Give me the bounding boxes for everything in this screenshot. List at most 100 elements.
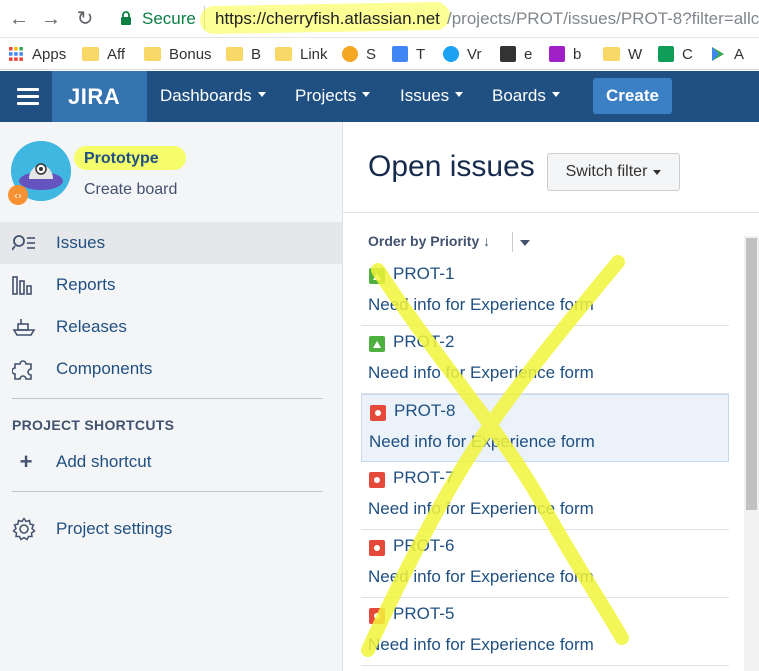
bookmark-link[interactable]: Link: [275, 45, 328, 63]
sidebar-divider: [12, 398, 323, 399]
nav-dashboards[interactable]: Dashboards: [160, 86, 266, 106]
url-host[interactable]: https://cherryfish.atlassian.net: [215, 9, 440, 29]
nav-label: Boards: [492, 86, 546, 105]
forward-icon[interactable]: →: [40, 8, 62, 30]
jira-logo[interactable]: JIRA: [52, 71, 147, 122]
switch-filter-label: Switch filter: [565, 163, 648, 180]
sheets-icon: [658, 46, 674, 62]
project-settings-label: Project settings: [56, 519, 173, 538]
bookmark-label: Apps: [32, 45, 67, 63]
bookmark-label: S: [366, 45, 377, 63]
url-path[interactable]: /projects/PROT/issues/PROT-8?filter=allc: [447, 9, 759, 29]
bookmark-vr[interactable]: Vr: [443, 45, 481, 63]
folder-icon: [226, 47, 243, 61]
folder-icon: [275, 47, 292, 61]
nav-issues[interactable]: Issues: [400, 86, 464, 106]
bookmark-aff[interactable]: Aff: [82, 45, 125, 63]
bookmark-label: Aff: [107, 45, 126, 63]
bookmark-b2[interactable]: b: [549, 45, 581, 63]
create-button[interactable]: Create: [593, 78, 672, 114]
apps-grid-icon: [9, 47, 23, 61]
folder-icon: [82, 47, 99, 61]
issue-key[interactable]: PROT-1: [393, 264, 454, 284]
issue-row[interactable]: PROT-1 Need info for Experience form: [361, 258, 729, 326]
arrow-down-icon: ↓: [483, 233, 491, 249]
plus-icon: +: [19, 449, 33, 474]
create-board-link[interactable]: Create board: [84, 181, 177, 199]
order-by-priority[interactable]: Order by Priority ↓: [368, 233, 490, 249]
folder-icon: [144, 47, 161, 61]
sidebar-item-releases[interactable]: Releases: [0, 306, 342, 348]
project-settings-link[interactable]: Project settings: [0, 508, 342, 550]
bookmark-bonus[interactable]: Bonus: [144, 45, 212, 63]
issue-summary[interactable]: Need info for Experience form: [368, 567, 594, 587]
bookmark-t[interactable]: T: [392, 45, 425, 63]
code-badge-icon: ‹›: [8, 185, 28, 205]
bookmark-apps[interactable]: Apps: [8, 45, 66, 63]
chevron-down-icon: [455, 92, 464, 98]
chevron-down-icon: [257, 92, 266, 98]
order-separator: [512, 232, 513, 252]
priority-high-icon: [369, 608, 385, 624]
issue-key[interactable]: PROT-6: [393, 536, 454, 556]
issue-row[interactable]: PROT-2 Need info for Experience form: [361, 326, 729, 394]
switch-filter-button[interactable]: Switch filter: [547, 153, 680, 191]
browser-url-bar: ← → ↻ Secure https://cherryfish.atlassia…: [0, 0, 759, 38]
chevron-down-icon: [653, 169, 662, 175]
project-shortcuts-heading: PROJECT SHORTCUTS: [12, 417, 175, 433]
issue-summary[interactable]: Need info for Experience form: [368, 635, 594, 655]
reload-icon[interactable]: ↻: [74, 8, 96, 30]
bookmark-label: B: [251, 45, 262, 63]
issue-summary[interactable]: Need info for Experience form: [369, 432, 595, 452]
nav-projects[interactable]: Projects: [295, 86, 371, 106]
add-shortcut-button[interactable]: + Add shortcut: [0, 441, 342, 483]
gear-icon: [12, 517, 40, 541]
folder-icon: [603, 47, 620, 61]
bookmark-c[interactable]: C: [658, 45, 693, 63]
bookmark-e[interactable]: e: [500, 45, 532, 63]
reports-icon: [12, 274, 40, 296]
bookmark-label: C: [682, 45, 693, 63]
bookmark-w[interactable]: W: [603, 45, 642, 63]
priority-high-icon: [369, 472, 385, 488]
issue-key[interactable]: PROT-5: [393, 604, 454, 624]
bookmark-label: b: [573, 45, 582, 63]
jira-logo-text: JIRA: [68, 84, 121, 109]
issue-summary[interactable]: Need info for Experience form: [368, 295, 594, 315]
sidebar-item-reports[interactable]: Reports: [0, 264, 342, 306]
bookmark-b[interactable]: B: [226, 45, 261, 63]
bookmark-label: Bonus: [169, 45, 212, 63]
priority-low-icon: [369, 336, 385, 352]
bookmark-label: T: [416, 45, 426, 63]
issue-row-selected[interactable]: PROT-8 Need info for Experience form: [361, 394, 729, 462]
bookmark-label: Vr: [467, 45, 482, 63]
chevron-down-icon: [362, 92, 371, 98]
sidebar-item-components[interactable]: Components: [0, 348, 342, 390]
bookmark-label: W: [628, 45, 643, 63]
menu-icon[interactable]: [17, 88, 39, 106]
issue-summary[interactable]: Need info for Experience form: [368, 499, 594, 519]
order-by-label: Order by Priority: [368, 233, 480, 249]
issue-row[interactable]: PROT-7 Need info for Experience form: [361, 462, 729, 530]
issue-key[interactable]: PROT-2: [393, 332, 454, 352]
nav-boards[interactable]: Boards: [492, 86, 560, 106]
heart-icon: [549, 46, 565, 62]
bookmark-s[interactable]: S: [342, 45, 376, 63]
issue-key[interactable]: PROT-8: [394, 401, 455, 421]
secure-label: Secure: [142, 9, 196, 28]
back-icon[interactable]: ←: [8, 8, 30, 30]
project-name[interactable]: Prototype: [84, 150, 159, 168]
issue-summary[interactable]: Need info for Experience form: [368, 363, 594, 383]
s-favicon-icon: [342, 46, 358, 62]
issue-row[interactable]: PROT-6 Need info for Experience form: [361, 530, 729, 598]
issue-row[interactable]: PROT-5 Need info for Experience form: [361, 598, 729, 666]
list-top-border: [343, 212, 759, 213]
order-dropdown-icon[interactable]: [520, 240, 530, 246]
bookmark-a[interactable]: A: [710, 45, 744, 63]
sidebar-item-issues[interactable]: Issues: [0, 222, 342, 264]
bookmark-label: e: [524, 45, 533, 63]
chevron-down-icon: [551, 92, 560, 98]
sidebar-divider: [12, 491, 323, 492]
issue-key[interactable]: PROT-7: [393, 468, 454, 488]
scrollbar-thumb[interactable]: [746, 238, 757, 510]
